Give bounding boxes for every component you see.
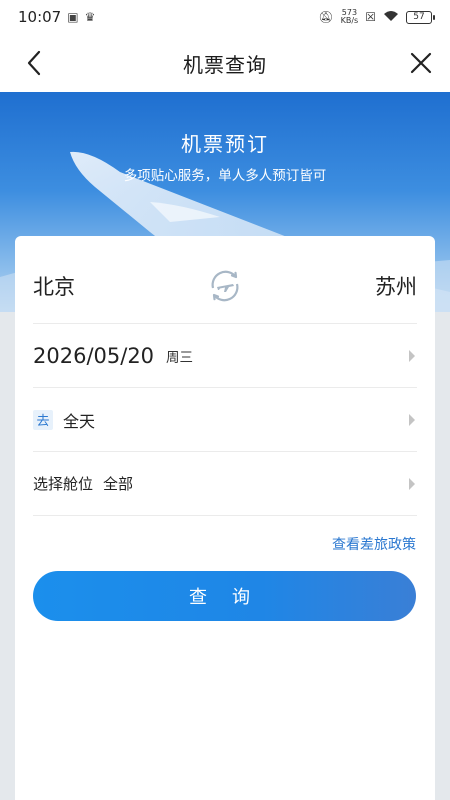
time-range-value: 全天 [63, 411, 96, 431]
battery-icon: 57 [406, 10, 435, 24]
close-icon[interactable] [406, 48, 436, 78]
crown-icon: ♛ [84, 10, 96, 24]
status-time: 10:07 [18, 8, 62, 26]
page-title: 机票查询 [183, 52, 267, 77]
date-selector-row[interactable]: 2026/05/20 周三 [33, 324, 417, 388]
app-notification-icon: ▣ [67, 10, 79, 24]
wifi-icon [383, 10, 399, 25]
hero-title: 机票预订 [181, 132, 269, 156]
net-speed-unit: KB/s [340, 16, 359, 25]
search-button[interactable]: 查 询 [33, 571, 416, 621]
chevron-right-icon [409, 349, 415, 362]
search-form-card: 北京 苏州 2026/05/20 周三 去 全天 选择舱位 全部 查看差旅政策 … [15, 236, 435, 800]
travel-policy-link[interactable]: 查看差旅政策 [332, 534, 416, 554]
battery-level: 57 [413, 12, 425, 22]
departure-city[interactable]: 北京 [33, 271, 75, 301]
status-bar: 10:07 ▣ ♛ 🔕︎ 573 KB/s ☒ 57 [0, 0, 450, 34]
city-selector-row: 北京 苏州 [33, 248, 417, 324]
arrival-city[interactable]: 苏州 [375, 271, 417, 301]
cabin-label: 选择舱位 [33, 475, 94, 493]
status-right: 🔕︎ 573 KB/s ☒ 57 [318, 9, 435, 25]
departure-date: 2026/05/20 [33, 343, 155, 368]
cabin-value: 全部 [103, 475, 134, 493]
cabin-selector-row[interactable]: 选择舱位 全部 [33, 452, 417, 516]
time-range-row[interactable]: 去 全天 [33, 388, 417, 452]
status-left: 10:07 ▣ ♛ [18, 8, 95, 26]
trip-direction-tag: 去 [33, 409, 53, 430]
back-arrow-icon[interactable] [20, 48, 50, 78]
flight-search-page: 10:07 ▣ ♛ 🔕︎ 573 KB/s ☒ 57 机票查询 机票预订 多项贴… [0, 0, 450, 800]
chevron-right-icon [409, 477, 415, 490]
swap-plane-icon[interactable] [205, 266, 245, 306]
sim-icon: ☒ [365, 10, 376, 24]
network-speed: 573 KB/s [341, 9, 359, 25]
hero-subtitle: 多项贴心服务，单人多人预订皆可 [123, 168, 327, 184]
mute-icon: 🔕︎ [318, 10, 334, 24]
departure-weekday: 周三 [166, 349, 194, 366]
navigation-bar: 机票查询 [0, 34, 450, 92]
chevron-right-icon [409, 413, 415, 426]
